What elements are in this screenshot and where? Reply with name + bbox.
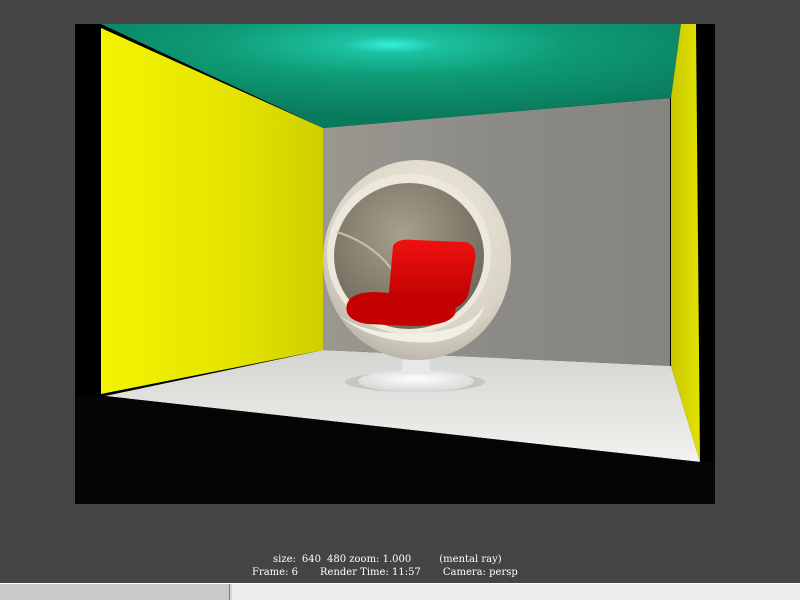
bottom-bar-left-panel[interactable] xyxy=(0,584,230,600)
zoom-label: zoom: xyxy=(349,554,380,565)
render-frame-info: Frame: 6 Render Time: 11:57 Camera: persp xyxy=(252,567,518,579)
render-time-label: Render Time: xyxy=(320,567,389,578)
rendered-image xyxy=(75,24,715,504)
camera-value: persp xyxy=(489,567,518,578)
size-height: 480 xyxy=(326,554,347,565)
frame-value: 6 xyxy=(291,567,299,578)
render-time-value: 11:57 xyxy=(392,567,421,578)
render-view-window: size: 640 480 zoom: 1.000 (mental ray) Fram… xyxy=(0,0,800,600)
render-info-overlay: size: 640 480 zoom: 1.000 (mental ray) Fram… xyxy=(0,550,800,582)
frame-label: Frame: xyxy=(252,567,289,578)
bottom-status-bar xyxy=(0,583,800,600)
render-size-info: size: 640 480 zoom: 1.000 (mental ray) xyxy=(273,554,502,566)
render-frame xyxy=(75,24,715,504)
camera-label: Camera: xyxy=(442,567,486,578)
zoom-value: 1.000 xyxy=(382,554,412,565)
bottom-bar-right-panel[interactable] xyxy=(232,584,800,600)
renderer-name: (mental ray) xyxy=(439,554,502,565)
size-label: size: xyxy=(273,554,296,565)
size-width: 640 xyxy=(301,554,321,565)
chair-cushion-seat xyxy=(346,292,456,326)
